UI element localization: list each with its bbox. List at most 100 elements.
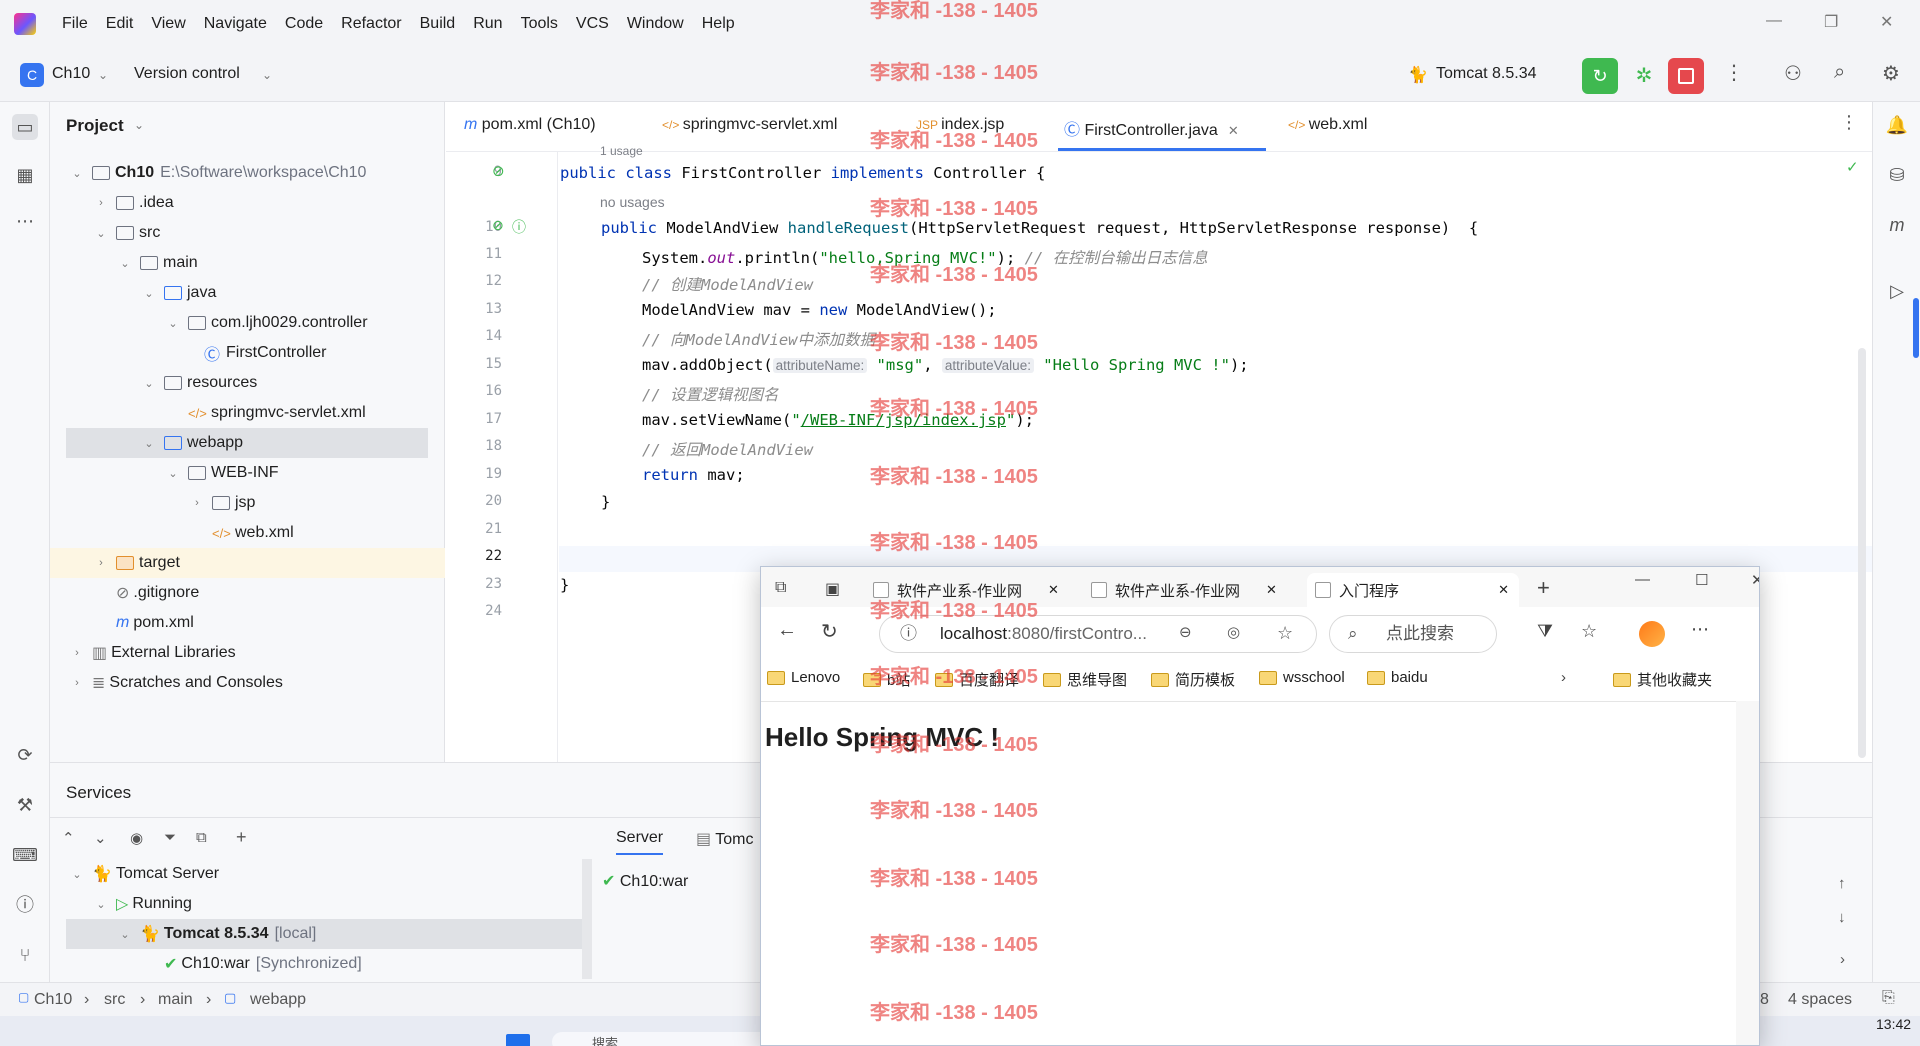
bean-gutter-icon[interactable]: ⊘	[492, 162, 505, 180]
tree-item-main[interactable]: ⌄ main	[50, 248, 445, 278]
bookmark-wsschool[interactable]: wsschool	[1259, 669, 1345, 686]
bookmark-translate[interactable]: 百度翻译	[935, 669, 1019, 690]
problems-icon[interactable]: ⓘ	[12, 892, 38, 918]
back-icon[interactable]: ←	[777, 619, 797, 642]
tree-item-webxml[interactable]: </> web.xml	[50, 518, 445, 548]
terminal-icon[interactable]: ⌨	[12, 842, 38, 868]
add-service-icon[interactable]: +	[236, 827, 247, 848]
run-panel-icon[interactable]: ▷	[1884, 278, 1910, 304]
extensions-icon[interactable]: ⧩	[1537, 621, 1553, 642]
bean-gutter-icon[interactable]: ⊘	[492, 217, 504, 234]
refresh-icon[interactable]: ↻	[821, 619, 838, 644]
deployment-item[interactable]: ✔ Ch10:war	[602, 871, 688, 891]
new-group-icon[interactable]: ⧉	[196, 829, 207, 846]
tree-item-scratches[interactable]: › ≣ Scratches and Consoles	[50, 668, 445, 698]
tree-item-java[interactable]: ⌄ java	[50, 278, 445, 308]
caret-position[interactable]: 8	[1760, 991, 1769, 1009]
tree-item-ch10[interactable]: ⌄ Ch10 E:\Software\workspace\Ch10	[50, 158, 445, 188]
vertical-scroll-thumb[interactable]	[1913, 298, 1919, 358]
tree-item-resources[interactable]: ⌄ resources	[50, 368, 445, 398]
close-tab-icon[interactable]: ✕	[1228, 123, 1239, 138]
tab-index-jsp[interactable]: JSP index.jsp	[916, 116, 1004, 134]
address-bar[interactable]: ⓘ localhost:8080/firstContro...	[879, 615, 1317, 653]
tree-item-firstcontroller[interactable]: Ⓒ FirstController	[50, 338, 445, 368]
browser-maximize-icon[interactable]: ☐	[1695, 571, 1708, 589]
tree-item-src[interactable]: ⌄ src	[50, 218, 445, 248]
tab-springmvc-servlet-xml[interactable]: </> springmvc-servlet.xml	[662, 116, 837, 134]
close-tab-icon[interactable]: ✕	[1048, 582, 1059, 598]
structure-icon[interactable]: ▦	[12, 162, 38, 188]
breadcrumb-main[interactable]: main	[158, 991, 193, 1009]
bookmark-other[interactable]: 其他收藏夹	[1613, 669, 1712, 690]
project-folder-icon[interactable]: ▭	[12, 114, 38, 140]
browser-minimize-icon[interactable]: —	[1635, 571, 1650, 588]
breadcrumb-ch10[interactable]: Ch10	[34, 991, 72, 1009]
bookmark-baidu[interactable]: baidu	[1367, 669, 1428, 686]
debug-icon[interactable]: ✲	[1626, 58, 1662, 94]
version-control-selector[interactable]: Version control	[134, 65, 240, 83]
search-icon[interactable]: ⌕	[1834, 61, 1845, 84]
browser-close-icon[interactable]: ✕	[1751, 571, 1759, 589]
usage-hint[interactable]: 1 usage	[600, 144, 643, 158]
bookmark-mindmap[interactable]: 思维导图	[1043, 669, 1127, 690]
notifications-icon[interactable]: 🔔	[1884, 112, 1910, 138]
chevron-right-icon[interactable]: ›	[1840, 951, 1845, 968]
implements-gutter-icon[interactable]: ⓘ	[512, 217, 526, 237]
stop-button[interactable]	[1668, 58, 1704, 94]
bookmark-bilibili[interactable]: b站	[863, 669, 910, 690]
database-icon[interactable]: ⛁	[1884, 162, 1910, 188]
read-aloud-icon[interactable]: ◎	[1227, 623, 1240, 641]
tree-item-gitignore[interactable]: ⊘ .gitignore	[50, 578, 445, 608]
browser-search-input[interactable]: ⌕ 点此搜索	[1329, 615, 1497, 653]
usages-hint[interactable]: no usages	[600, 194, 665, 210]
close-tab-icon[interactable]: ✕	[1498, 582, 1509, 598]
menu-navigate[interactable]: Navigate	[204, 15, 267, 33]
breadcrumb-src[interactable]: src	[104, 991, 125, 1009]
scroll-down-icon[interactable]: ↓	[1838, 909, 1846, 926]
browser-menu-icon[interactable]: ⋯	[1691, 619, 1709, 640]
maven-icon[interactable]: m	[1884, 212, 1910, 238]
expand-all-icon[interactable]: ⌃	[62, 829, 75, 847]
tree-item-target[interactable]: › target	[50, 548, 445, 578]
filter-icon[interactable]: ⏷	[164, 829, 176, 846]
menu-file[interactable]: File	[62, 15, 88, 33]
browser-tab-1[interactable]: 软件产业系-作业网 ✕	[873, 573, 1059, 607]
tab-tomcat-log[interactable]: ▤ Tomc	[696, 829, 754, 849]
menu-edit[interactable]: Edit	[106, 15, 134, 33]
breadcrumb-webapp[interactable]: webapp	[250, 991, 306, 1009]
tab-options-icon[interactable]: ⋮	[1840, 112, 1858, 133]
minimize-icon[interactable]: —	[1766, 12, 1782, 30]
menu-run[interactable]: Run	[473, 15, 502, 33]
bookmark-resume[interactable]: 简历模板	[1151, 669, 1235, 690]
indent-setting[interactable]: 4 spaces	[1788, 991, 1852, 1009]
tree-item-webapp[interactable]: ⌄ webapp	[66, 428, 428, 458]
profile-avatar[interactable]	[1639, 621, 1665, 647]
more-icon[interactable]: ⋮	[1724, 60, 1744, 85]
menu-build[interactable]: Build	[420, 15, 456, 33]
menu-tools[interactable]: Tools	[521, 15, 558, 33]
favorite-star-icon[interactable]: ☆	[1277, 623, 1293, 644]
close-window-icon[interactable]: ✕	[1880, 12, 1893, 32]
services-splitter[interactable]	[582, 859, 592, 979]
maximize-icon[interactable]: ❐	[1824, 12, 1838, 32]
add-user-icon[interactable]: ⚇	[1784, 61, 1802, 86]
project-pane-title[interactable]: Project	[66, 116, 124, 136]
tree-item-idea[interactable]: › .idea	[50, 188, 445, 218]
close-tab-icon[interactable]: ✕	[1266, 582, 1277, 598]
rerun-button[interactable]: ↻	[1582, 58, 1618, 94]
more-bookmarks-chevron-icon[interactable]: ›	[1561, 669, 1566, 686]
menu-view[interactable]: View	[151, 15, 185, 33]
eye-icon[interactable]: ◉	[130, 829, 143, 847]
collapse-all-icon[interactable]: ⌄	[94, 829, 107, 847]
site-info-icon[interactable]: ⓘ	[900, 616, 917, 652]
service-running[interactable]: ⌄ ▷ Running	[50, 889, 580, 919]
browser-tab-2[interactable]: 软件产业系-作业网 ✕	[1091, 573, 1277, 607]
menu-window[interactable]: Window	[627, 15, 684, 33]
run-config-selector[interactable]: Tomcat 8.5.34	[1436, 65, 1537, 83]
windows-start-icon[interactable]	[506, 1034, 530, 1046]
editor-scrollbar[interactable]	[1858, 348, 1866, 758]
service-tomcat-server[interactable]: ⌄ 🐈 Tomcat Server	[50, 859, 580, 889]
menu-help[interactable]: Help	[702, 15, 735, 33]
menu-refactor[interactable]: Refactor	[341, 15, 401, 33]
zoom-out-icon[interactable]: ⊖	[1179, 623, 1192, 641]
